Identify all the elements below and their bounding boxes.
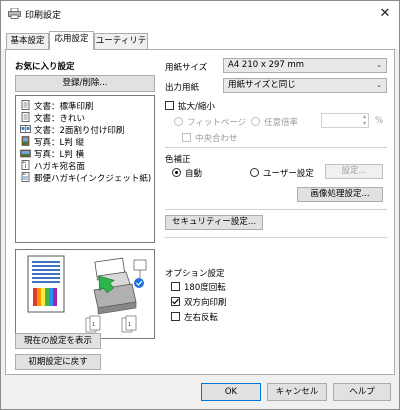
divider (165, 237, 387, 238)
rotate-180-checkbox[interactable] (171, 282, 180, 291)
divider (165, 209, 387, 210)
mirror-checkbox[interactable] (171, 312, 180, 321)
list-item[interactable]: 郵便ハガキ(インクジェット紙) (20, 172, 151, 184)
document-icon (21, 112, 30, 122)
ok-button[interactable]: OK (201, 383, 261, 401)
svg-text:1: 1 (128, 322, 131, 328)
preview-illustration: 1 1 (27, 255, 147, 333)
list-item-label: ハガキ宛名面 (34, 162, 86, 172)
favorites-list[interactable]: 文書：標準印刷 文書：きれい 文書：2面割り付け印刷 写真：L判 縦 写真：L判… (15, 95, 155, 243)
output-paper-value: 用紙サイズと同じ (228, 80, 296, 90)
divider (165, 147, 387, 148)
help-button[interactable]: ヘルプ (333, 383, 391, 401)
print-preview: 1 1 (15, 249, 155, 339)
scale-checkbox[interactable] (165, 101, 174, 110)
list-item[interactable]: 写真：L判 縦 (20, 136, 84, 148)
rotate-180-label: 180度回転 (184, 283, 226, 293)
scale-label: 拡大/縮小 (178, 102, 215, 112)
reset-defaults-button[interactable]: 初期設定に戻す (15, 354, 101, 370)
photo-landscape-icon (20, 149, 31, 158)
output-paper-label: 出力用紙 (165, 83, 200, 93)
mirror-label: 左右反転 (184, 313, 219, 323)
list-item-label: 写真：L判 縦 (34, 138, 84, 148)
custom-ratio-radio[interactable] (251, 117, 260, 126)
bidirectional-label: 双方向印刷 (184, 298, 227, 308)
color-correction-heading: 色補正 (165, 155, 191, 165)
paper-size-value: A4 210 x 297 mm (228, 60, 305, 70)
bidirectional-checkbox[interactable] (171, 297, 180, 306)
tab-utility[interactable]: ユーティリティー (94, 33, 148, 60)
list-item-label: 郵便ハガキ(インクジェット紙) (34, 174, 152, 184)
postcard-inkjet-icon (21, 172, 30, 182)
tab-basic[interactable]: 基本設定 (6, 33, 49, 49)
list-item[interactable]: 文書：2面割り付け印刷 (20, 124, 124, 136)
svg-text:1: 1 (92, 322, 95, 328)
chevron-down-icon: ⌄ (376, 81, 382, 89)
spinner-arrows-icon: ▴ ▾ (362, 113, 366, 127)
paper-size-label: 用紙サイズ (165, 63, 208, 73)
photo-portrait-icon (21, 136, 30, 146)
document-icon (21, 100, 30, 110)
color-user-radio[interactable] (250, 168, 259, 177)
image-processing-button[interactable]: 画像処理設定... (297, 187, 383, 202)
color-settings-button[interactable]: 設定... (325, 164, 383, 179)
color-auto-label: 自動 (185, 169, 203, 179)
list-item-label: 写真：L判 横 (34, 150, 84, 160)
output-paper-select[interactable]: 用紙サイズと同じ ⌄ (223, 78, 387, 93)
title-bar: 印刷設定 ✕ (1, 1, 399, 27)
paper-size-select[interactable]: A4 210 x 297 mm ⌄ (223, 58, 387, 73)
list-item[interactable]: ハガキ宛名面 (20, 160, 85, 172)
window-title: 印刷設定 (25, 11, 62, 21)
list-item-label: 文書：標準印刷 (34, 102, 94, 112)
list-item[interactable]: 写真：L判 横 (20, 148, 84, 160)
list-item-label: 文書：2面割り付け印刷 (34, 126, 125, 136)
tab-advanced[interactable]: 応用設定 (49, 31, 94, 50)
security-settings-button[interactable]: セキュリティー設定... (165, 215, 263, 230)
print-settings-dialog: 印刷設定 ✕ 基本設定 応用設定 ユーティリティー お気に入り設定 登録/削除.… (0, 0, 400, 410)
show-current-settings-button[interactable]: 現在の設定を表示 (15, 333, 101, 349)
color-user-label: ユーザー設定 (263, 169, 314, 179)
options-heading: オプション設定 (165, 269, 225, 279)
center-label: 中央合わせ (195, 134, 238, 144)
fit-page-label: フィットページ (187, 118, 247, 128)
color-auto-radio[interactable] (172, 168, 181, 177)
custom-ratio-input[interactable]: ▴ ▾ (321, 113, 369, 128)
percent-unit: % (375, 116, 384, 126)
chevron-down-icon: ⌄ (376, 61, 382, 69)
printer-icon (8, 8, 21, 19)
two-up-document-icon (20, 125, 31, 133)
center-checkbox[interactable] (182, 133, 191, 142)
list-item-label: 文書：きれい (34, 114, 86, 124)
favorites-heading: お気に入り設定 (15, 62, 75, 72)
custom-ratio-label: 任意倍率 (264, 118, 299, 128)
list-item[interactable]: 文書：きれい (20, 112, 85, 124)
fit-page-radio[interactable] (174, 117, 183, 126)
list-item[interactable]: 文書：標準印刷 (20, 100, 94, 112)
postcard-address-icon (21, 160, 30, 170)
cancel-button[interactable]: キャンセル (267, 383, 327, 401)
close-button[interactable]: ✕ (375, 4, 395, 24)
register-delete-button[interactable]: 登録/削除... (15, 75, 155, 92)
checkmark-icon (172, 298, 179, 305)
